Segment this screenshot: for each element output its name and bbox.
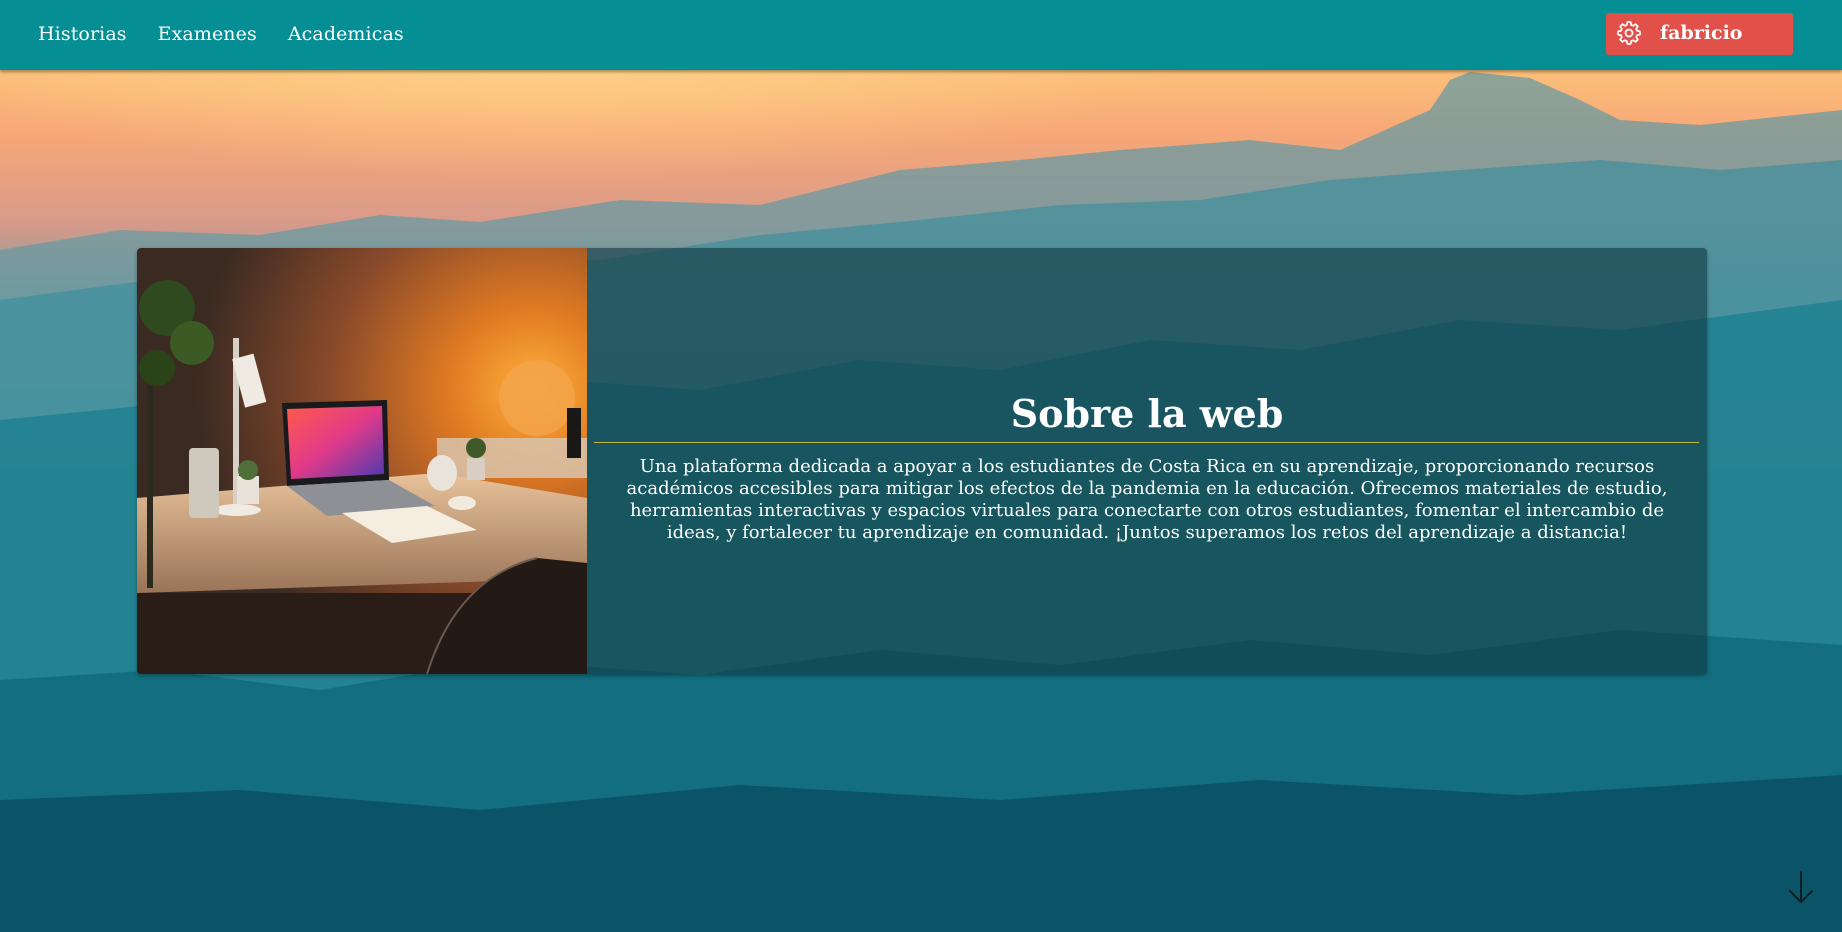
about-card: Sobre la web Una plataforma dedicada a a…: [137, 248, 1707, 674]
title-divider: [594, 442, 1699, 443]
about-description: Una plataforma dedicada a apoyar a los e…: [626, 456, 1668, 543]
desk-laptop-photo: [137, 248, 587, 674]
nav-link-academicas[interactable]: Academicas: [288, 23, 404, 45]
user-name: fabricio: [1660, 22, 1743, 44]
nav-link-examenes[interactable]: Examenes: [158, 23, 257, 45]
gear-icon: [1617, 21, 1641, 45]
about-title: Sobre la web: [1010, 391, 1284, 436]
desk-scene-illustration: [137, 248, 587, 674]
about-card-content: Sobre la web Una plataforma dedicada a a…: [592, 248, 1702, 674]
nav-links: Historias Examenes Academicas: [38, 0, 404, 68]
nav-link-historias[interactable]: Historias: [38, 23, 127, 45]
page: Historias Examenes Academicas fabricio S…: [0, 0, 1842, 932]
arrow-down-icon[interactable]: [1786, 870, 1816, 906]
user-menu-button[interactable]: fabricio: [1606, 13, 1793, 55]
top-navbar: Historias Examenes Academicas fabricio: [0, 0, 1842, 70]
